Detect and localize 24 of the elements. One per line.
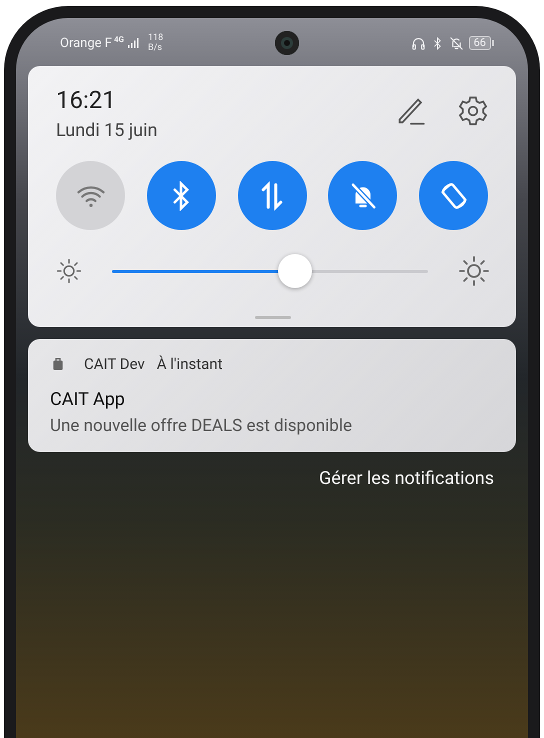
notification-card[interactable]: CAIT Dev À l'instant CAIT App Une nouvelle offre DEALS est disponible <box>28 339 516 452</box>
battery-level: 66 <box>468 36 491 50</box>
brightness-low-icon <box>56 258 82 284</box>
carrier-name: Orange F <box>60 36 112 50</box>
clock-time: 16:21 <box>56 86 117 114</box>
screen-rotation-icon <box>438 180 468 210</box>
speed-value: 118 <box>148 33 164 43</box>
date-label: Lundi 15 juin <box>56 120 158 141</box>
notification-body: Une nouvelle offre DEALS est disponible <box>50 416 353 436</box>
camera-hole <box>274 31 299 55</box>
slider-thumb[interactable] <box>278 254 312 288</box>
settings-icon <box>456 94 490 128</box>
notification-time: À l'instant <box>156 355 222 373</box>
app-name: CAIT Dev <box>84 355 145 373</box>
notification-title: CAIT App <box>50 389 126 410</box>
brightness-slider[interactable] <box>112 254 428 288</box>
signal-icon <box>126 37 140 49</box>
drag-handle[interactable] <box>255 316 291 319</box>
bell-off-icon <box>448 36 464 50</box>
manage-notifications-link[interactable]: Gérer les notifications <box>319 468 494 489</box>
speed-unit: B/s <box>148 43 163 53</box>
headphones-icon <box>410 36 426 50</box>
network-type: 4G <box>114 35 124 44</box>
brightness-high-icon <box>458 255 490 287</box>
